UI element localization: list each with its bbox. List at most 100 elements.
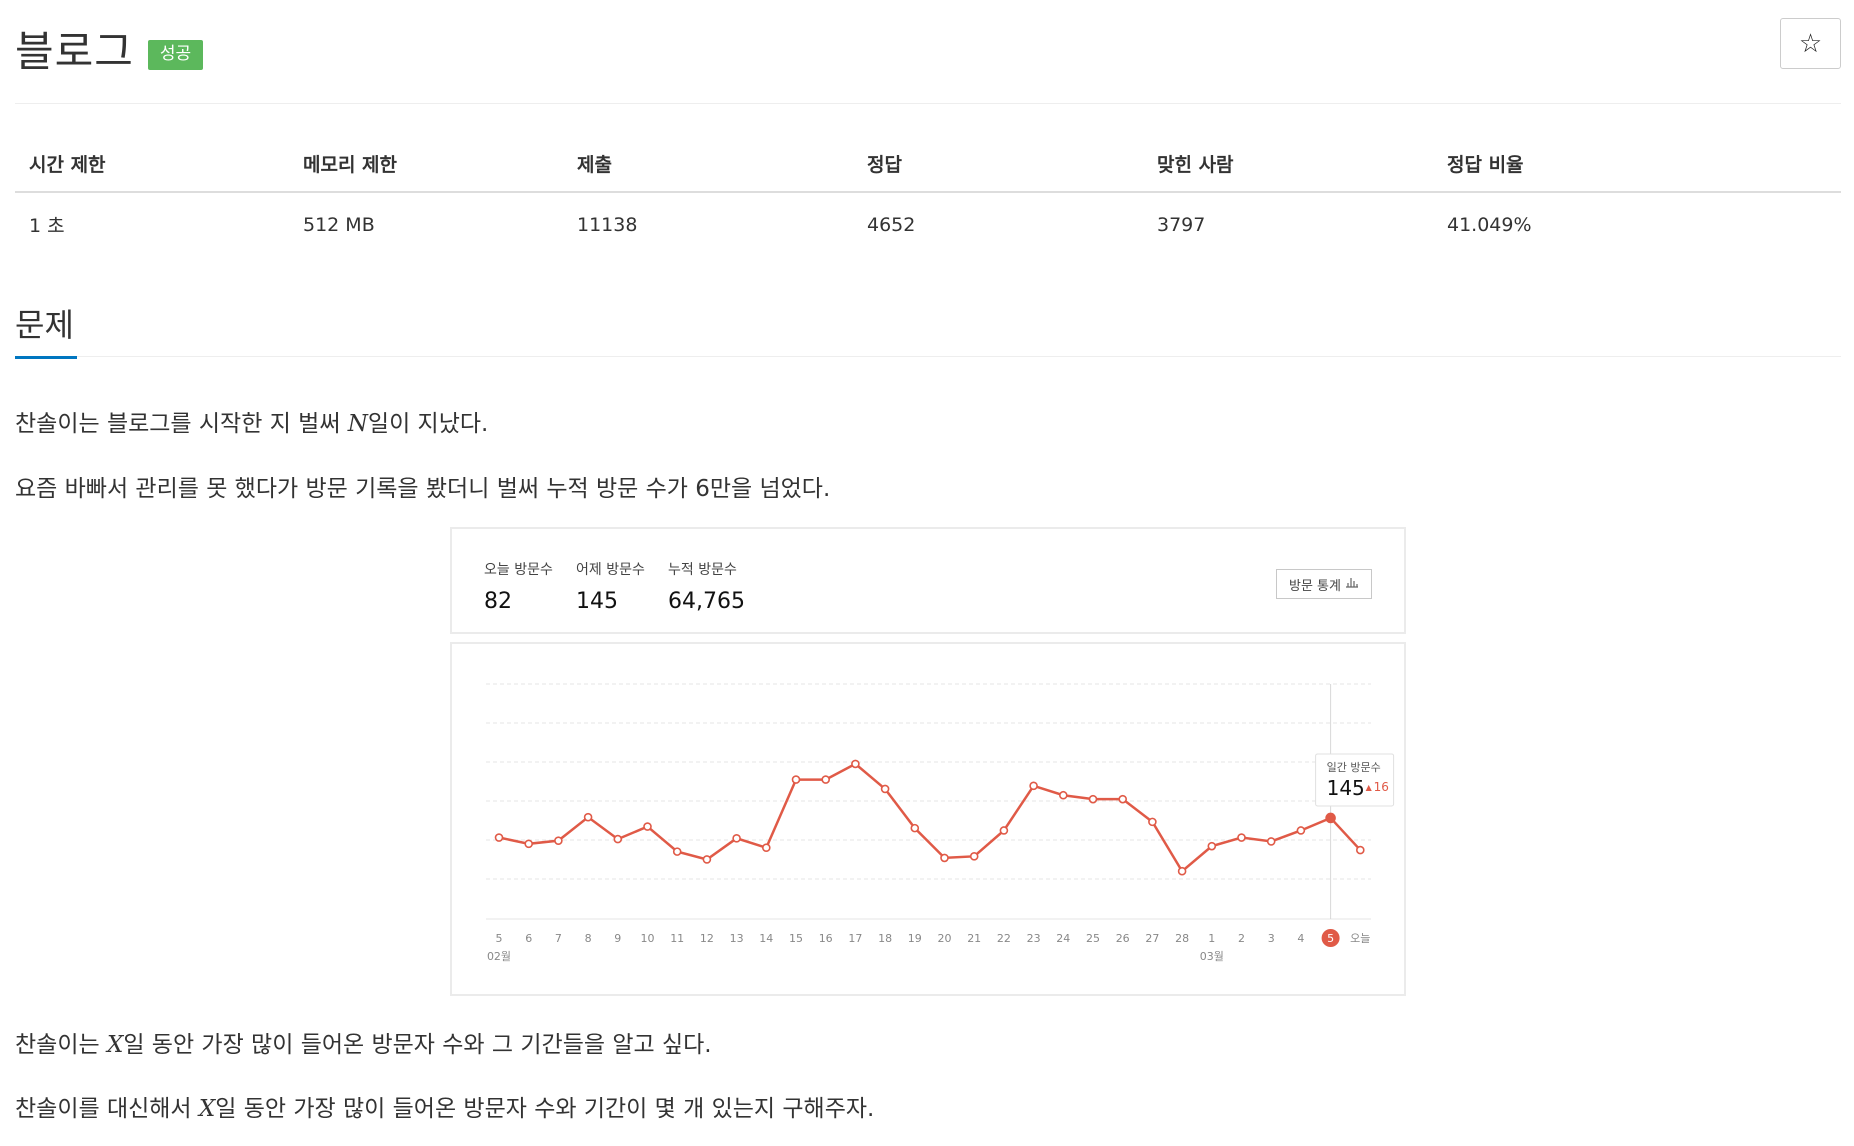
total-visits: 누적 방문수 64,765 [668,559,745,614]
section-title: 문제 [15,306,74,344]
data-point [1118,794,1128,804]
today-visits: 오늘 방문수 82 [484,559,553,614]
yesterday-visits: 어제 방문수 145 [576,559,645,614]
tooltip-label: 일간 방문수 [1327,760,1381,774]
daily-visits-chart: 5 6 7 8 9 10 11 12 13 14 15 16 17 18 19 20 21 22 23 24 25 26 2… [450,642,1406,996]
data-point [702,855,712,864]
value-solvers: 3797 [1157,213,1206,236]
variable-x: X [106,1032,124,1058]
value-ratio: 41.049% [1447,213,1532,236]
x-tick-label: 16 [819,932,833,945]
value-memory-limit: 512 MB [303,213,375,236]
data-point [583,812,593,822]
data-point [643,822,652,831]
value-accepted: 4652 [867,213,916,236]
x-tick-label: 21 [967,932,981,945]
data-point [940,853,949,863]
yesterday-visits-value: 145 [576,589,618,614]
x-tick-label: 14 [759,932,773,945]
x-tick-label: 6 [525,932,532,945]
data-point [1058,790,1068,800]
visit-stats-button[interactable]: 방문 통계 [1276,569,1372,599]
data-point [1237,833,1246,842]
x-tick-label: 10 [641,932,655,945]
x-tick-label: 4 [1297,932,1304,945]
x-tick-label: 24 [1056,932,1070,945]
paragraph-2: 요즘 바빠서 관리를 못 했다가 방문 기록을 봤더니 벌써 누적 방문 수가 … [15,476,831,502]
data-point [494,833,504,842]
data-point [999,826,1009,835]
x-tick-label: 13 [730,932,744,945]
x-tick-label: 7 [555,932,562,945]
data-point [1266,837,1276,846]
x-tick-label: 25 [1086,932,1100,945]
yesterday-visits-label: 어제 방문수 [576,562,645,578]
paragraph-3: 찬솔이는 X일 동안 가장 많이 들어온 방문자 수와 그 기간들을 알고 싶다… [15,1025,712,1059]
header-accepted: 정답 [853,140,1143,193]
x-tick-label: 22 [997,932,1011,945]
data-point [1148,817,1157,827]
x-tick-label: 27 [1145,932,1159,945]
tooltip-delta-arrow: ▲ [1366,783,1373,792]
grid-layer [486,683,1371,880]
header-solvers: 맞힌 사람 [1143,140,1433,193]
x-tick-label: 9 [614,932,621,945]
visit-stats-label: 방문 통계 [1289,578,1341,594]
x-tick-label: 오늘 [1350,932,1370,945]
data-point [1325,812,1336,824]
x-tick-label: 26 [1116,932,1130,945]
value-submissions: 11138 [577,213,638,236]
data-point [524,839,533,849]
month-label: 02월 [487,950,511,963]
favorite-button[interactable]: ☆ [1780,18,1841,69]
x-tick-label: 28 [1175,932,1189,945]
x-tick-label: 17 [848,932,862,945]
paragraph-4-end: 일 동안 가장 많이 들어온 방문자 수와 기간이 몇 개 있는지 구해주자. [215,1096,875,1122]
problem-page: 블로그 성공 ☆ 시간 제한 메모리 제한 제출 정답 맞힌 사람 정답 비율 … [0,0,1854,1146]
paragraph-1: 찬솔이는 블로그를 시작한 지 벌써 N일이 지났다. [15,404,488,438]
data-point [1029,781,1038,791]
x-tick-label: 1 [1208,932,1215,945]
x-tick-label: 5 [1327,932,1334,945]
data-point [910,823,920,833]
data-point [761,843,771,853]
visitor-stats-card: 오늘 방문수 82 어제 방문수 145 누적 방문수 64,765 방문 통계 [450,527,1406,634]
data-point [554,836,563,845]
title-row: 블로그 성공 [15,18,204,79]
month-label: 03월 [1200,950,1224,963]
problem-title: 블로그 [15,27,134,76]
header-submissions: 제출 [563,140,853,193]
total-visits-label: 누적 방문수 [668,562,737,578]
data-point [613,834,623,844]
x-tick-label: 12 [700,932,714,945]
today-visits-value: 82 [484,589,512,614]
value-time-limit: 1 초 [29,215,65,237]
data-point [821,775,831,784]
problem-info-table: 시간 제한 메모리 제한 제출 정답 맞힌 사람 정답 비율 1 초 512 M… [15,140,1841,252]
status-badge: 성공 [147,39,204,70]
paragraph-1-end: 일이 지났다. [367,411,489,437]
today-visits-label: 오늘 방문수 [484,562,553,578]
info-value-row: 1 초 512 MB 11138 4652 3797 41.049% [15,192,1841,252]
data-point [791,775,801,784]
data-point [1355,845,1365,855]
paragraph-3-start: 찬솔이는 [15,1032,107,1058]
section-underline [15,356,77,359]
variable-x-2: X [198,1096,216,1122]
x-tick-label: 15 [789,932,803,945]
data-point [1296,826,1306,835]
x-tick-label: 20 [938,932,952,945]
tick-labels-layer: 5 6 7 8 9 10 11 12 13 14 15 16 17 18 19 20 21 22 23 24 25 26 2… [487,929,1370,963]
x-tick-label: 3 [1268,932,1275,945]
tooltip-delta: 16 [1374,780,1389,794]
header-memory-limit: 메모리 제한 [289,140,563,193]
star-icon: ☆ [1798,28,1823,59]
points-layer [494,759,1365,876]
series-line [498,762,1362,874]
info-header-row: 시간 제한 메모리 제한 제출 정답 맞힌 사람 정답 비율 [15,140,1841,193]
data-point [1177,866,1187,876]
x-tick-label: 18 [878,932,892,945]
chart-tooltip: 일간 방문수 145 ▲ 16 [1315,753,1395,807]
line-chart: 5 6 7 8 9 10 11 12 13 14 15 16 17 18 19 20 21 22 23 24 25 26 2… [486,683,1395,963]
data-point [969,852,979,861]
